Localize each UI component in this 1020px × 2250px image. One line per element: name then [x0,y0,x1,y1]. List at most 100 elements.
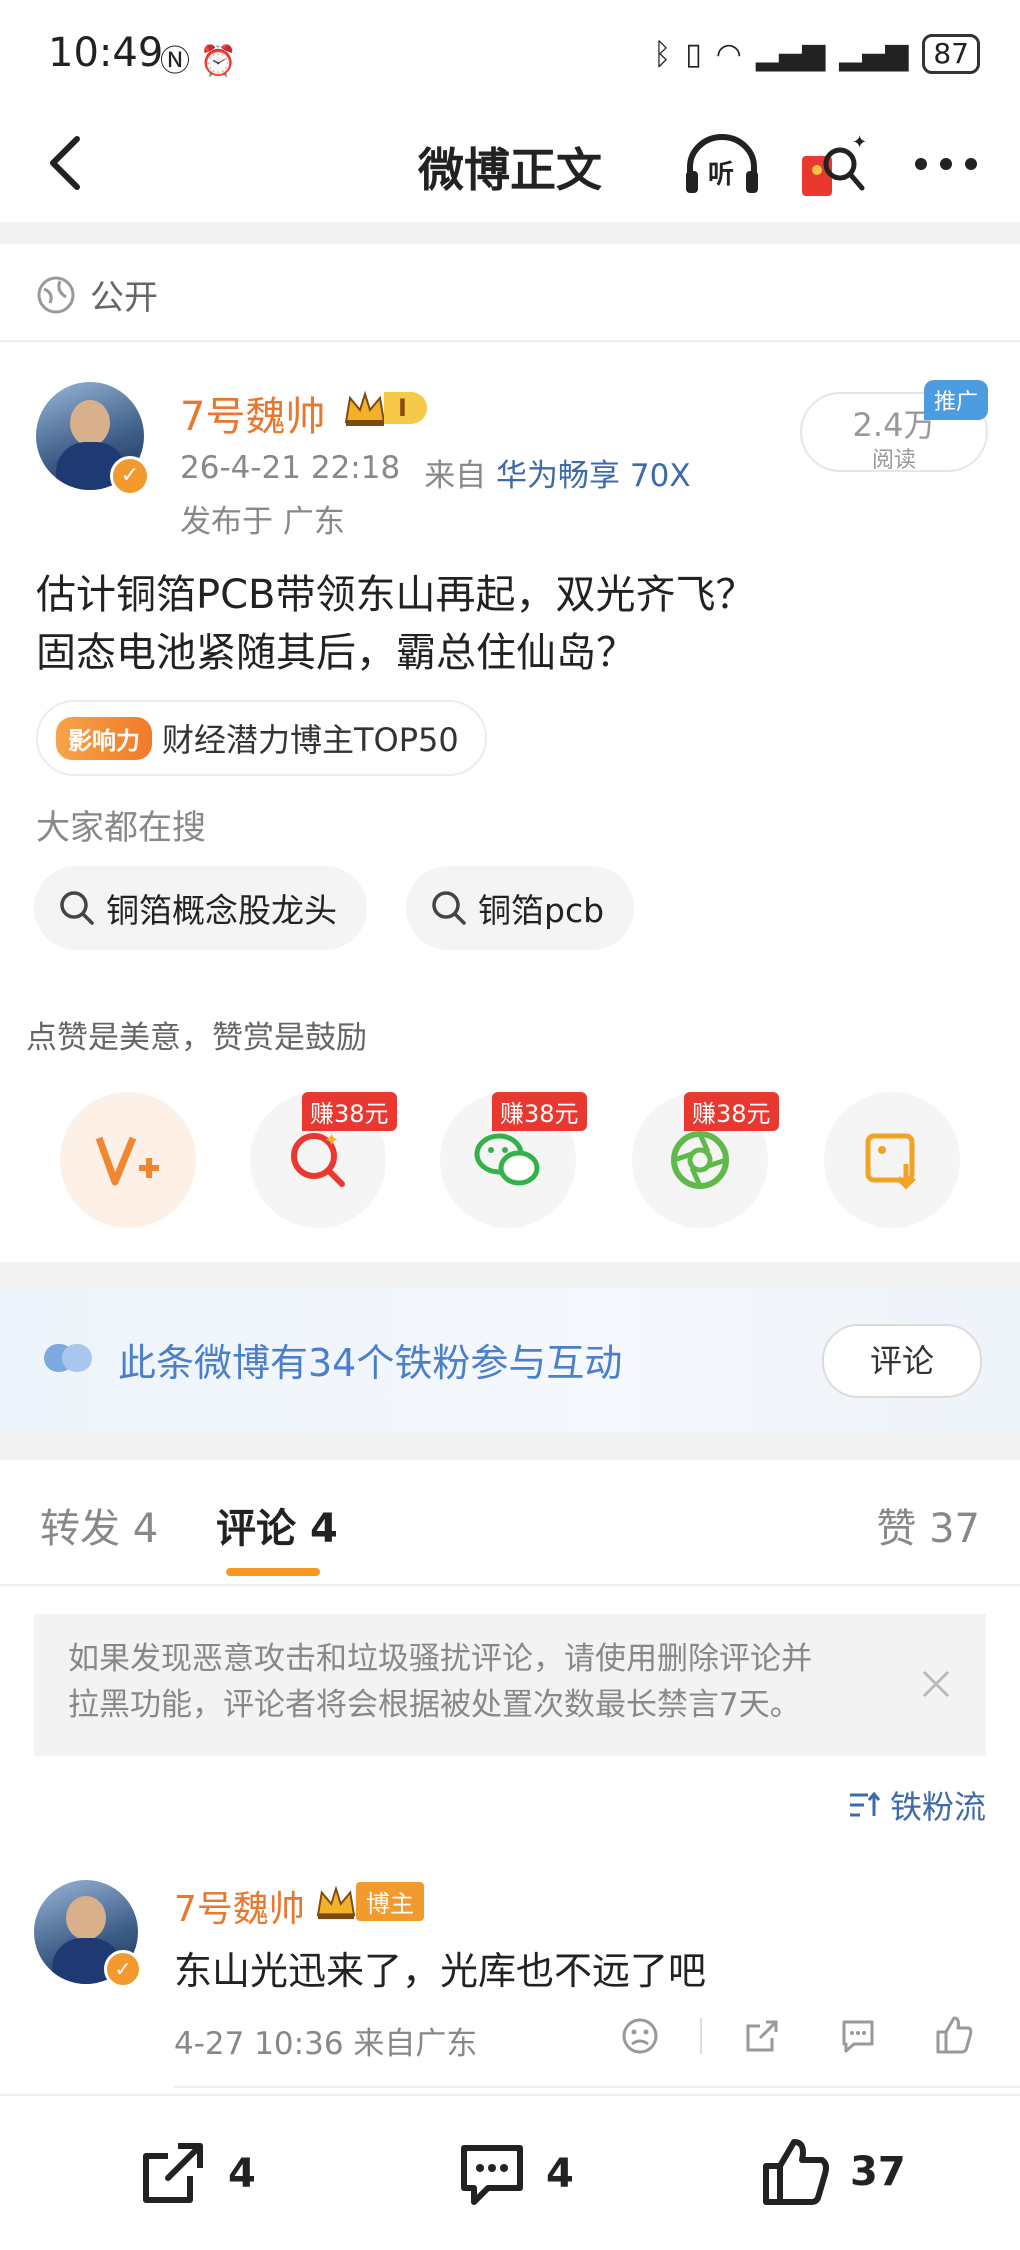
status-icons: ᛒ ▯ ◠ ▂▄▆ ▂▄▆ 87 [653,34,980,74]
avatar-face [70,400,110,446]
tab-repost-count: 4 [132,1506,159,1552]
tab-like-label: 赞 [876,1506,917,1552]
comment-bubble-icon [461,2145,523,2205]
visibility-label: 公开 [90,278,158,318]
post-meta: 26-4-21 22:18 来自 华为畅享 70X [180,450,691,495]
comment-meta: 4-27 10:36 来自广东 [174,2026,478,2062]
search-heading: 大家都在搜 [36,808,206,848]
comment-count: 4 [546,2151,574,2197]
repost-icon [143,2143,203,2203]
comment-item: ✓ 7号魏帅 博主 东山光迅来了，光库也不远了吧 4-27 10:36 来自广东 [0,1860,1020,2090]
nav-bar: 微博正文 听 ✦ [0,110,1020,220]
post-time: 26-4-21 22:18 [180,450,401,486]
post-line-1: 估计铜箔PCB带领东山再起，双光齐飞？ [36,572,756,618]
svg-text:✦: ✦ [852,132,867,153]
listen-label: 听 [708,160,735,190]
post-content: 估计铜箔PCB带领东山再起，双光齐飞？ 固态电池紧随其后，霸总住仙岛？ [36,566,756,682]
close-icon[interactable] [920,1668,952,1700]
share-icon[interactable] [742,2016,782,2056]
status-bar: 10:49 Ⓝ ⏰ ᛒ ▯ ◠ ▂▄▆ ▂▄▆ 87 [0,0,1020,110]
search-chip-label: 铜箔概念股龙头 [106,891,337,930]
divider [0,340,1020,342]
bluetooth-icon: ᛒ [653,36,672,72]
tab-like[interactable]: 赞 37 [876,1496,980,1554]
more-dots-icon [915,158,977,170]
search-icon [60,891,94,925]
signal-icon: ▂▄▆ [755,36,826,72]
fan-flow-label: 铁粉流 [889,1788,986,1826]
search-chip-label: 铜箔pcb [478,891,605,930]
iron-fans-comment-button[interactable]: 评论 [822,1324,982,1398]
post-source-prefix: 来自 [424,458,487,494]
earn-badge: 赚38元 [684,1092,779,1131]
post-line-2: 固态电池紧随其后，霸总住仙岛？ [36,630,636,676]
globe-icon [37,276,75,313]
vip-level: I [384,392,427,424]
section-gap [0,1262,1020,1288]
wechat-icon [474,1133,540,1186]
crown-icon [316,1885,356,1919]
comment-notice: 如果发现恶意攻击和垃圾骚扰评论，请使用删除评论并 拉黑功能，评论者将会根据被处置… [34,1614,986,1756]
verified-badge-icon: ✓ [104,1950,142,1988]
influence-tag[interactable]: 影响力 财经潜力博主TOP50 [36,700,487,776]
tab-repost[interactable]: 转发 4 [40,1496,158,1554]
reward-hint: 点赞是美意，赞赏是鼓励 [26,1020,367,1056]
divider [700,2018,702,2054]
sort-icon [849,1791,881,1817]
fans-icon [44,1344,92,1372]
earn-badge: 赚38元 [492,1092,587,1131]
v-plus-icon [95,1136,159,1186]
section-gap [0,1432,1020,1460]
dislike-face-icon[interactable] [620,2016,660,2056]
red-search-icon: ✦ [291,1130,345,1187]
like-icon[interactable] [934,2014,974,2056]
verified-badge-icon: ✓ [110,456,150,496]
red-packet-search-button[interactable]: ✦ [796,130,872,202]
repost-count: 4 [228,2151,256,2197]
author-name[interactable]: 7号魏帅 [180,384,325,442]
views-label: 阅读 [871,448,916,473]
nfc-icon: Ⓝ ⏰ [160,44,237,79]
comment-text: 东山光迅来了，光库也不远了吧 [174,1949,707,1993]
signal-icon-2: ▂▄▆ [839,36,909,72]
comment-icon[interactable] [838,2016,878,2056]
more-button[interactable] [906,136,986,192]
reward-button[interactable] [60,1092,196,1228]
promo-badge[interactable]: 推广 [924,380,989,420]
svg-text:✦: ✦ [324,1130,339,1151]
influence-text: 财经潜力博主TOP50 [162,721,459,759]
fan-flow-toggle[interactable]: 铁粉流 [848,1782,986,1828]
tab-comment-count: 4 [309,1506,338,1552]
thumbs-up-icon [763,2139,829,2205]
repost-action[interactable]: 4 [138,2140,256,2208]
like-count: 37 [850,2149,906,2195]
post-device[interactable]: 华为畅享 70X [496,458,691,494]
blogger-badge: 博主 [314,1882,424,1921]
divider [0,1584,1020,1586]
notice-text: 如果发现恶意攻击和垃圾骚扰评论，请使用删除评论并 拉黑功能，评论者将会根据被处置… [68,1636,812,1728]
status-time: 10:49 [48,30,164,76]
iron-fans-text: 此条微博有34个铁粉参与互动 [118,1341,623,1385]
blogger-badge-label: 博主 [356,1882,424,1921]
visibility-row: 公开 [36,270,158,319]
comment-action[interactable]: 4 [456,2140,574,2208]
save-image-icon [865,1133,916,1190]
comment-author[interactable]: 7号魏帅 [174,1880,305,1932]
search-chip-2[interactable]: 铜箔pcb [406,866,635,950]
active-tab-indicator [226,1568,320,1576]
wifi-icon: ◠ [715,36,742,72]
save-image-button[interactable] [824,1092,960,1228]
like-action[interactable]: 37 [760,2136,906,2208]
bottom-action-bar: 4 4 37 [0,2096,1020,2250]
influence-badge: 影响力 [56,716,152,760]
iron-fans-banner: 此条微博有34个铁粉参与互动 评论 [0,1288,1020,1432]
tab-like-count: 37 [929,1506,980,1552]
vibrate-icon: ▯ [685,36,702,72]
search-icon [432,891,466,925]
notice-line-2: 拉黑功能，评论者将会根据被处置次数最长禁言7天。 [68,1687,801,1723]
search-chip-1[interactable]: 铜箔概念股龙头 [34,866,367,950]
crown-icon [344,390,386,426]
listen-button[interactable]: 听 [680,128,764,202]
tab-comment[interactable]: 评论 4 [216,1496,338,1554]
moments-aperture-icon [671,1131,729,1189]
